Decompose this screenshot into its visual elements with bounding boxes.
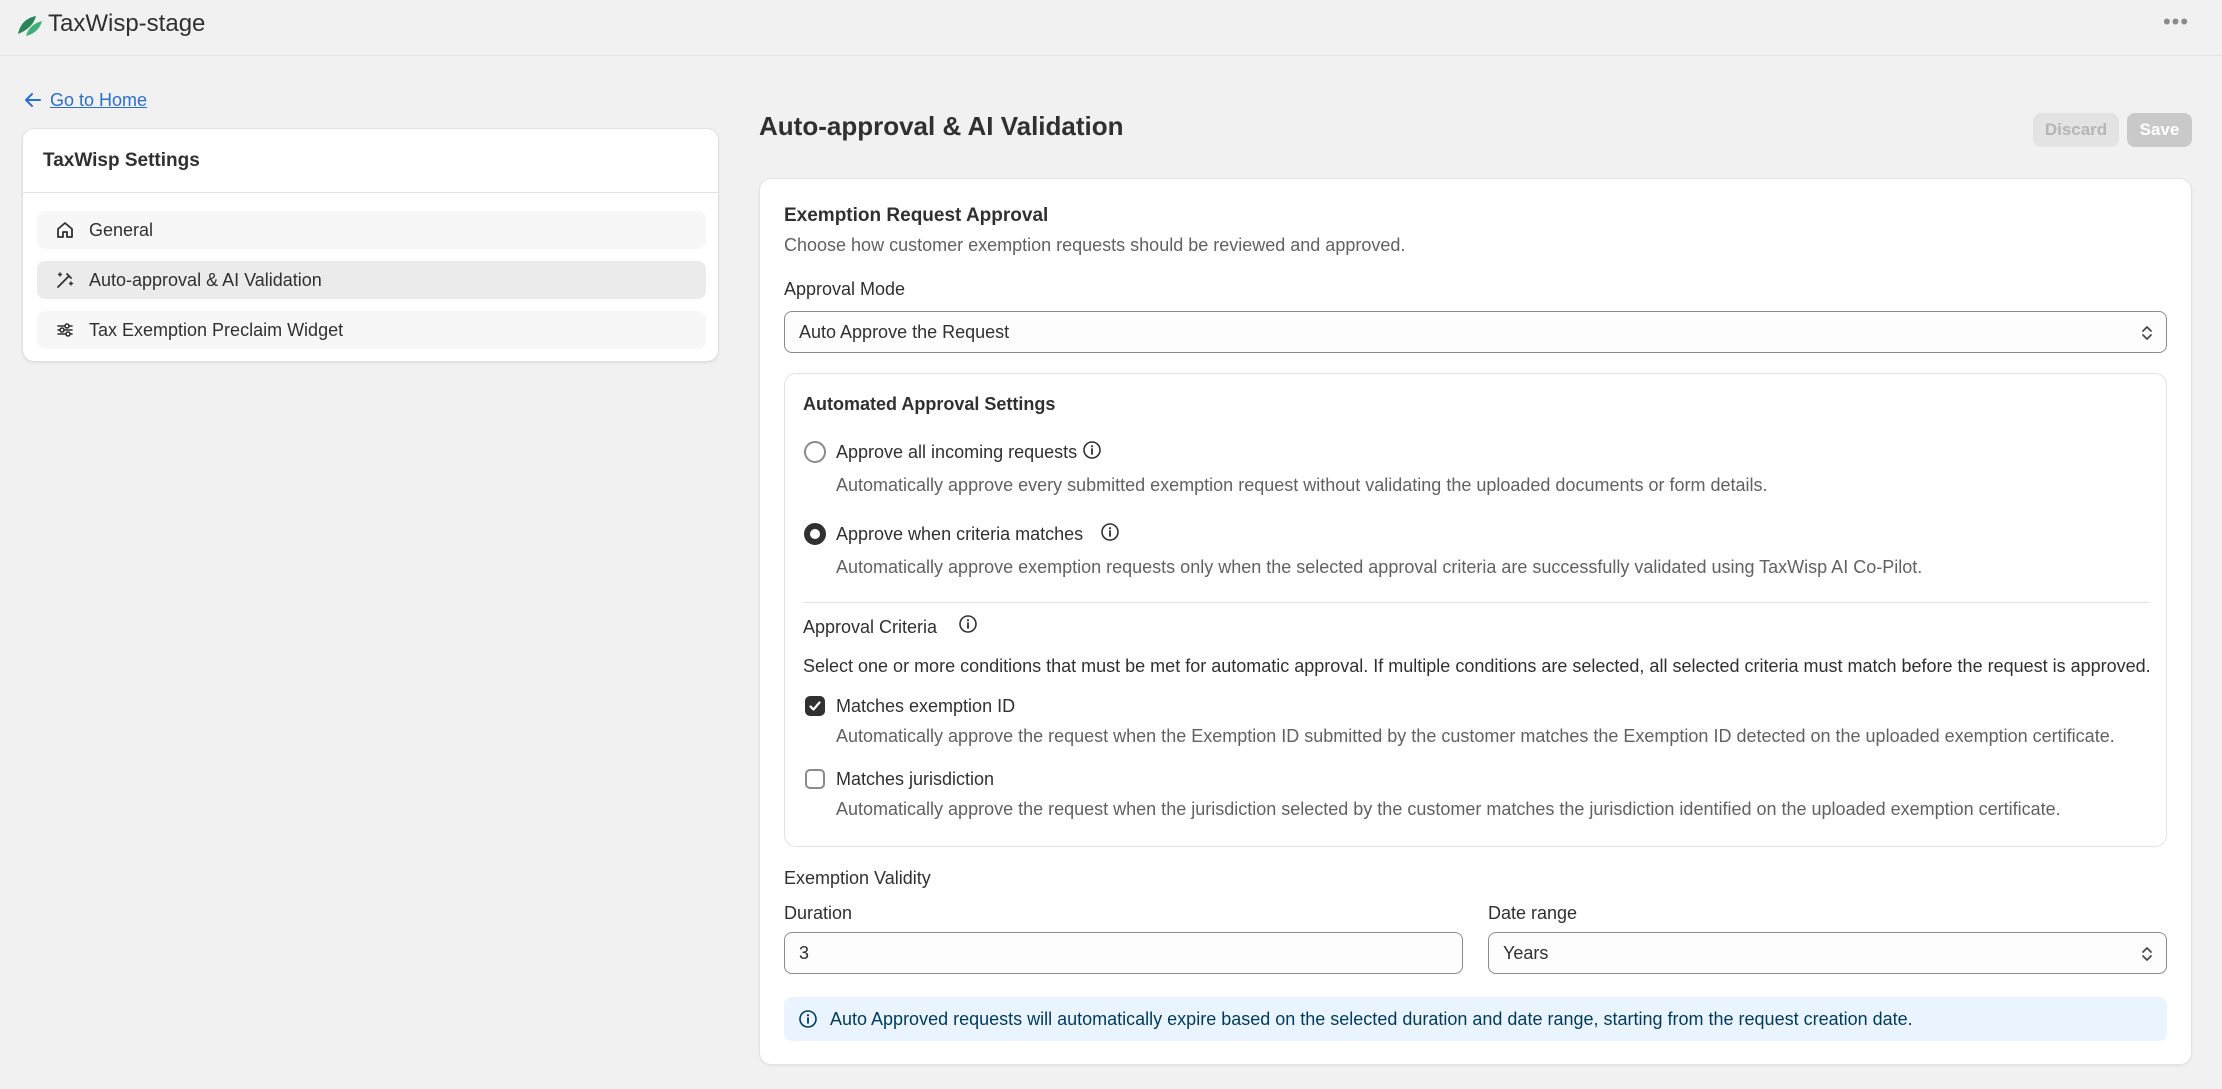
automated-approval-settings-card: Automated Approval Settings Approve all … — [784, 373, 2167, 847]
info-icon — [799, 1010, 817, 1028]
sidebar-item-label: Auto-approval & AI Validation — [89, 269, 322, 290]
go-to-home-link[interactable]: Go to Home — [22, 88, 147, 112]
duration-label: Duration — [784, 903, 853, 923]
approval-mode-label: Approval Mode — [784, 279, 906, 299]
expiry-info-banner: Auto Approved requests will automaticall… — [784, 997, 2167, 1041]
automated-settings-title: Automated Approval Settings — [803, 394, 1056, 414]
matches-exemption-id-label[interactable]: Matches exemption ID — [836, 696, 1015, 717]
top-bar: TaxWisp-stage ••• — [0, 0, 2222, 56]
approve-criteria-label[interactable]: Approve when criteria matches — [836, 524, 1083, 545]
page-title: Auto-approval & AI Validation — [759, 111, 1124, 141]
go-to-home-label[interactable]: Go to Home — [50, 90, 147, 111]
discard-button[interactable]: Discard — [2033, 113, 2119, 147]
settings-nav-card: TaxWisp Settings General Auto-approval &… — [22, 128, 719, 362]
section-title: Exemption Request Approval — [784, 205, 1049, 226]
matches-jurisdiction-label[interactable]: Matches jurisdiction — [836, 769, 994, 790]
info-icon[interactable] — [1100, 522, 1120, 542]
approval-mode-value: Auto Approve the Request — [799, 321, 1010, 342]
select-chevron-icon — [2142, 947, 2152, 961]
approve-all-radio[interactable] — [804, 441, 826, 463]
approve-all-description: Automatically approve every submitted ex… — [836, 475, 1768, 495]
approval-mode-select[interactable]: Auto Approve the Request — [784, 311, 2167, 353]
sidebar-item-label: General — [89, 219, 154, 240]
section-description: Choose how customer exemption requests s… — [784, 235, 1406, 255]
save-button[interactable]: Save — [2127, 113, 2192, 147]
checkmark-icon — [809, 701, 821, 711]
duration-input[interactable] — [784, 932, 1463, 974]
home-icon — [57, 222, 73, 238]
matches-exemption-id-description: Automatically approve the request when t… — [836, 726, 2115, 746]
exemption-approval-card: Exemption Request Approval Choose how cu… — [759, 178, 2192, 1065]
banner-text: Auto Approved requests will automaticall… — [830, 1008, 1913, 1029]
matches-exemption-id-checkbox[interactable] — [805, 696, 825, 716]
matches-jurisdiction-description: Automatically approve the request when t… — [836, 799, 2061, 819]
more-horizontal-icon[interactable]: ••• — [2158, 11, 2194, 36]
approve-all-label[interactable]: Approve all incoming requests — [836, 442, 1077, 463]
approval-criteria-title: Approval Criteria — [803, 617, 938, 637]
approve-criteria-radio[interactable] — [804, 523, 826, 545]
sidebar-item-label: Tax Exemption Preclaim Widget — [89, 319, 344, 340]
sidebar-item-auto-approval[interactable]: Auto-approval & AI Validation — [37, 261, 706, 299]
info-icon[interactable] — [1082, 440, 1102, 460]
approval-criteria-description: Select one or more conditions that must … — [803, 656, 2151, 676]
app-title: TaxWisp-stage — [48, 10, 206, 37]
exemption-validity-title: Exemption Validity — [784, 868, 931, 888]
sidebar-item-general[interactable]: General — [37, 211, 706, 249]
app-logo-icon — [18, 16, 42, 36]
divider — [803, 602, 2150, 603]
sliders-icon — [57, 323, 73, 337]
matches-jurisdiction-checkbox[interactable] — [805, 769, 825, 789]
date-range-select[interactable]: Years — [1488, 932, 2167, 974]
approve-criteria-description: Automatically approve exemption requests… — [836, 557, 1923, 577]
settings-card-title: TaxWisp Settings — [23, 129, 718, 193]
date-range-label: Date range — [1488, 903, 1578, 923]
select-chevron-icon — [2142, 326, 2152, 340]
magic-wand-icon — [57, 272, 74, 288]
date-range-value: Years — [1503, 942, 1549, 963]
sidebar-item-preclaim-widget[interactable]: Tax Exemption Preclaim Widget — [37, 311, 706, 349]
info-icon[interactable] — [958, 614, 978, 634]
arrow-left-icon — [25, 93, 41, 107]
